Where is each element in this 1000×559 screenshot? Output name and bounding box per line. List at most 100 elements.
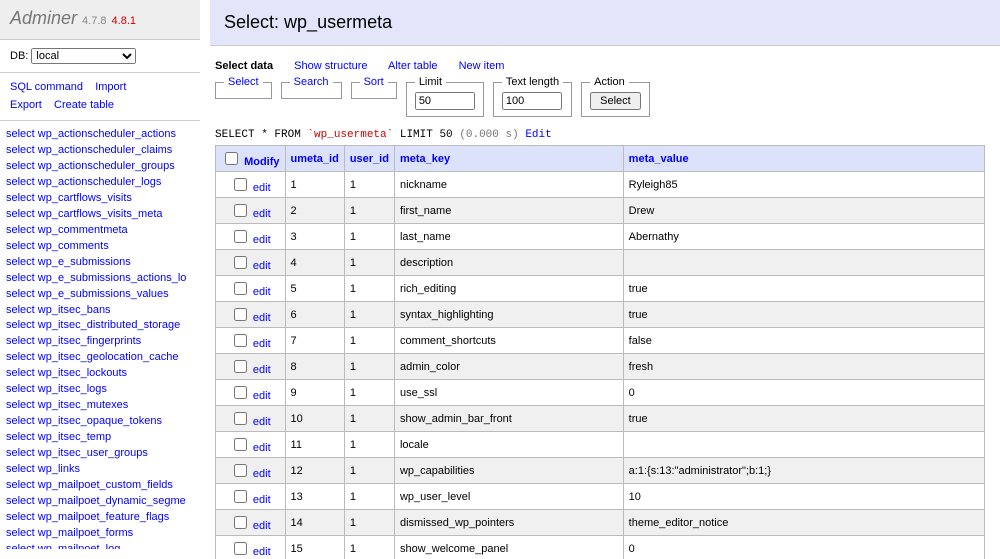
edit-row-link[interactable]: edit	[253, 442, 271, 454]
table-link[interactable]: select wp_actionscheduler_claims	[6, 143, 200, 159]
table-link[interactable]: select wp_commentmeta	[6, 223, 200, 239]
col-meta-key[interactable]: meta_key	[400, 153, 450, 165]
limit-input[interactable]	[415, 92, 475, 110]
table-link[interactable]: select wp_mailpoet_feature_flags	[6, 510, 200, 526]
tab-select-data[interactable]: Select data	[215, 60, 273, 72]
table-link[interactable]: select wp_itsec_temp	[6, 430, 200, 446]
table-link[interactable]: select wp_itsec_geolocation_cache	[6, 350, 200, 366]
tab-new-item[interactable]: New item	[459, 60, 505, 72]
cell-user-id: 1	[344, 354, 394, 380]
table-link[interactable]: select wp_itsec_lockouts	[6, 366, 200, 382]
table-link[interactable]: select wp_comments	[6, 239, 200, 255]
sql-command-link[interactable]: SQL command	[10, 81, 83, 93]
cell-user-id: 1	[344, 380, 394, 406]
cell-meta-key: comment_shortcuts	[394, 328, 623, 354]
table-link[interactable]: select wp_cartflows_visits	[6, 191, 200, 207]
cell-meta-key: first_name	[394, 198, 623, 224]
select-columns-link[interactable]: Select	[228, 76, 259, 88]
edit-query-link[interactable]: Edit	[525, 129, 551, 141]
cell-umeta-id: 12	[285, 458, 344, 484]
table-link[interactable]: select wp_actionscheduler_logs	[6, 175, 200, 191]
edit-row-link[interactable]: edit	[253, 520, 271, 532]
cell-umeta-id: 5	[285, 276, 344, 302]
table-link[interactable]: select wp_e_submissions_actions_lo	[6, 271, 200, 287]
edit-row-link[interactable]: edit	[253, 546, 271, 558]
db-select[interactable]: local	[31, 48, 136, 64]
table-link[interactable]: select wp_links	[6, 462, 200, 478]
cell-user-id: 1	[344, 406, 394, 432]
table-link[interactable]: select wp_actionscheduler_groups	[6, 159, 200, 175]
edit-row-link[interactable]: edit	[253, 338, 271, 350]
table-link[interactable]: select wp_e_submissions_values	[6, 287, 200, 303]
edit-row-link[interactable]: edit	[253, 364, 271, 376]
row-checkbox[interactable]	[234, 360, 247, 373]
table-link[interactable]: select wp_itsec_opaque_tokens	[6, 414, 200, 430]
col-meta-value[interactable]: meta_value	[629, 153, 689, 165]
table-link[interactable]: select wp_itsec_mutexes	[6, 398, 200, 414]
import-link[interactable]: Import	[95, 81, 126, 93]
row-checkbox[interactable]	[234, 334, 247, 347]
edit-row-link[interactable]: edit	[253, 208, 271, 220]
textlength-label: Text length	[502, 76, 563, 88]
row-checkbox[interactable]	[234, 412, 247, 425]
col-umeta-id[interactable]: umeta_id	[291, 153, 339, 165]
results-table: Modify umeta_id user_id meta_key meta_va…	[215, 145, 985, 559]
table-link[interactable]: select wp_itsec_bans	[6, 303, 200, 319]
edit-row-link[interactable]: edit	[253, 286, 271, 298]
app-header: Adminer 4.7.8 4.8.1	[0, 0, 200, 40]
table-link[interactable]: select wp_itsec_distributed_storage	[6, 318, 200, 334]
cell-umeta-id: 2	[285, 198, 344, 224]
textlength-input[interactable]	[502, 92, 562, 110]
table-link[interactable]: select wp_itsec_logs	[6, 382, 200, 398]
select-button[interactable]	[590, 92, 641, 110]
table-link[interactable]: select wp_e_submissions	[6, 255, 200, 271]
table-link[interactable]: select wp_itsec_user_groups	[6, 446, 200, 462]
tab-show-structure[interactable]: Show structure	[294, 60, 367, 72]
table-link[interactable]: select wp_cartflows_visits_meta	[6, 207, 200, 223]
cell-meta-key: rich_editing	[394, 276, 623, 302]
action-label: Action	[590, 76, 629, 88]
sort-link[interactable]: Sort	[364, 76, 384, 88]
cell-meta-value: 0	[623, 536, 984, 559]
db-label: DB:	[10, 50, 28, 62]
table-link[interactable]: select wp_actionscheduler_actions	[6, 127, 200, 143]
row-checkbox[interactable]	[234, 464, 247, 477]
row-checkbox[interactable]	[234, 256, 247, 269]
export-link[interactable]: Export	[10, 99, 42, 111]
cell-meta-key: use_ssl	[394, 380, 623, 406]
col-modify[interactable]: Modify	[244, 156, 279, 168]
row-checkbox[interactable]	[234, 282, 247, 295]
table-link[interactable]: select wp_mailpoet_custom_fields	[6, 478, 200, 494]
edit-row-link[interactable]: edit	[253, 234, 271, 246]
row-checkbox[interactable]	[234, 516, 247, 529]
cell-meta-value: a:1:{s:13:"administrator";b:1;}	[623, 458, 984, 484]
cell-user-id: 1	[344, 198, 394, 224]
cell-meta-key: nickname	[394, 172, 623, 198]
row-checkbox[interactable]	[234, 386, 247, 399]
edit-row-link[interactable]: edit	[253, 468, 271, 480]
edit-row-link[interactable]: edit	[253, 494, 271, 506]
row-checkbox[interactable]	[234, 308, 247, 321]
tab-alter-table[interactable]: Alter table	[388, 60, 438, 72]
edit-row-link[interactable]: edit	[253, 416, 271, 428]
cell-meta-key: show_welcome_panel	[394, 536, 623, 559]
table-link[interactable]: select wp_mailpoet_dynamic_segme	[6, 494, 200, 510]
table-link[interactable]: select wp_mailpoet_log	[6, 542, 200, 549]
cell-meta-value: Abernathy	[623, 224, 984, 250]
search-link[interactable]: Search	[294, 76, 329, 88]
edit-row-link[interactable]: edit	[253, 390, 271, 402]
cell-umeta-id: 13	[285, 484, 344, 510]
table-link[interactable]: select wp_itsec_fingerprints	[6, 334, 200, 350]
edit-row-link[interactable]: edit	[253, 260, 271, 272]
edit-row-link[interactable]: edit	[253, 182, 271, 194]
row-checkbox[interactable]	[234, 490, 247, 503]
row-checkbox[interactable]	[234, 438, 247, 451]
row-checkbox[interactable]	[234, 178, 247, 191]
row-checkbox[interactable]	[234, 230, 247, 243]
edit-row-link[interactable]: edit	[253, 312, 271, 324]
table-link[interactable]: select wp_mailpoet_forms	[6, 526, 200, 542]
create-table-link[interactable]: Create table	[54, 99, 114, 111]
check-all[interactable]	[225, 152, 238, 165]
col-user-id[interactable]: user_id	[350, 153, 389, 165]
row-checkbox[interactable]	[234, 204, 247, 217]
